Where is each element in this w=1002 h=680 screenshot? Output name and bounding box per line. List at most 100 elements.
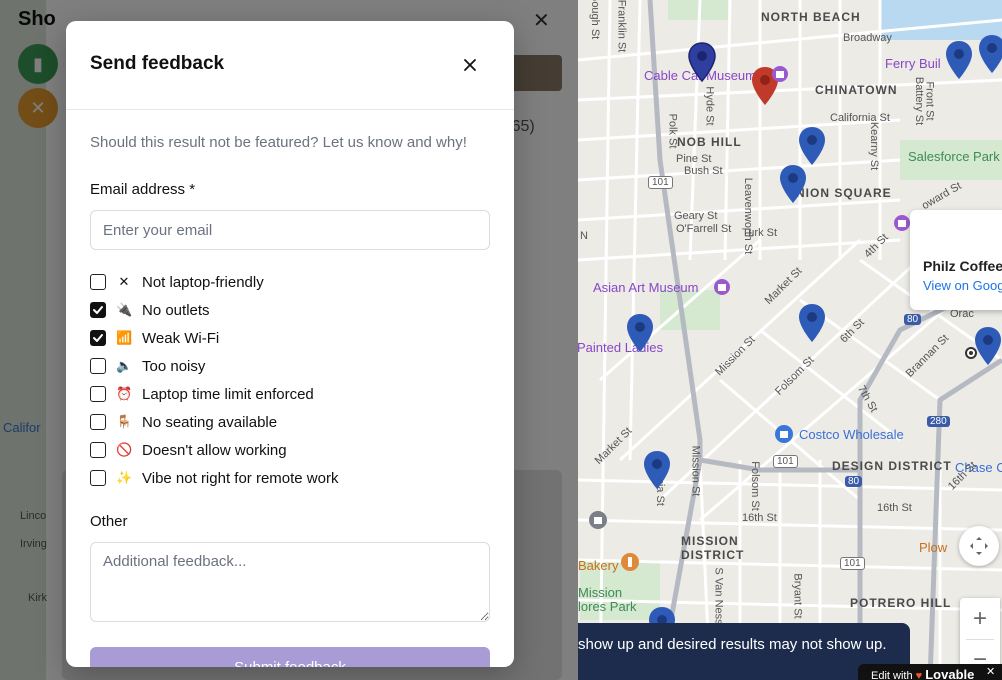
map-pin-icon[interactable] — [779, 164, 807, 204]
museum-icon[interactable] — [713, 278, 731, 296]
prohibited-icon: 🚫 — [116, 442, 133, 457]
feedback-option-label: Weak Wi-Fi — [142, 329, 220, 347]
map-label-potrero-hill: POTRERO HILL — [850, 596, 952, 610]
feedback-option[interactable]: 🔈 Too noisy — [90, 356, 205, 376]
map-label-nob-hill: NOB HILL — [677, 135, 742, 149]
place-name: Philz Coffee — [923, 258, 1002, 274]
map-label-mission: MISSION — [681, 534, 739, 548]
map-label-design-district: DESIGN DISTRICT — [832, 459, 952, 473]
feedback-option[interactable]: ⏰ Laptop time limit enforced — [90, 384, 314, 404]
checkbox[interactable] — [90, 470, 106, 486]
map-label-chinatown: CHINATOWN — [815, 83, 898, 97]
transit-icon[interactable] — [964, 346, 978, 360]
map-label-hyde-st: Hyde St — [703, 86, 716, 126]
x-icon: ✕ — [118, 274, 130, 289]
feedback-option[interactable]: 🚫 Doesn't allow working — [90, 440, 287, 460]
map-label-leavenworth-st: Leavenworth St — [742, 177, 755, 255]
map-label-bakery[interactable]: Bakery — [578, 558, 618, 573]
checkmark-icon — [93, 306, 103, 314]
zoom-in-button[interactable]: + — [973, 599, 987, 639]
feedback-option-label: Too noisy — [142, 357, 206, 375]
feedback-option-label: Vibe not right for remote work — [142, 469, 339, 487]
map-pin-icon[interactable] — [688, 42, 716, 82]
map-pin-icon[interactable] — [974, 326, 1002, 366]
modal-title: Send feedback — [90, 53, 225, 74]
highway-80-shield: 80 — [845, 476, 863, 487]
highway-101-shield: 101 — [773, 455, 798, 468]
lovable-brand: Lovable — [925, 667, 975, 680]
map-label-16th-st-east: 16th St — [877, 502, 912, 514]
email-field[interactable] — [90, 210, 490, 250]
checkbox[interactable] — [90, 358, 106, 374]
fullscreen-button[interactable] — [959, 526, 999, 566]
feedback-option[interactable]: ✕ Not laptop-friendly — [90, 272, 264, 292]
map-label-mission-st-south: Mission St — [689, 445, 702, 497]
map-label-dolores-park[interactable]: lores Park — [578, 599, 637, 614]
checkbox[interactable] — [90, 386, 106, 402]
map-label-union-square: NION SQUARE — [796, 186, 892, 200]
museum-icon[interactable] — [771, 65, 789, 83]
plug-icon: 🔌 — [116, 302, 133, 317]
feedback-option[interactable]: 🔌 No outlets — [90, 300, 210, 320]
highway-101-shield: 101 — [840, 557, 865, 570]
view-on-google-link[interactable]: View on Goog — [923, 278, 1002, 293]
checkbox[interactable] — [90, 274, 106, 290]
map-label-kearny-st: Kearny St — [868, 121, 881, 171]
close-icon[interactable]: ✕ — [986, 665, 995, 678]
checkbox[interactable] — [90, 442, 106, 458]
store-icon[interactable] — [774, 424, 794, 444]
banner-text: show up and desired results may not show… — [578, 636, 887, 653]
feedback-option[interactable]: 🪑 No seating available — [90, 412, 277, 432]
map-pin-icon[interactable] — [643, 450, 671, 490]
map-label-16th-st: 16th St — [742, 512, 777, 524]
map-pin-icon[interactable] — [798, 303, 826, 343]
map-label-ofarrell-st: O'Farrell St — [676, 223, 732, 235]
feedback-option[interactable]: 📶 Weak Wi-Fi — [90, 328, 219, 348]
highway-280-shield: 280 — [927, 416, 950, 427]
other-label: Other — [90, 513, 128, 530]
map-label-ferry-building[interactable]: Ferry Buil — [885, 56, 941, 71]
map-label-mission-dolores[interactable]: Mission — [578, 585, 622, 600]
move-arrows-icon — [970, 537, 988, 555]
map-label-costco[interactable]: Costco Wholesale — [799, 427, 904, 442]
feedback-option-label: No seating available — [142, 413, 278, 431]
map-pin-icon[interactable] — [798, 126, 826, 166]
feedback-option-label: Not laptop-friendly — [142, 273, 264, 291]
email-label: Email address * — [90, 181, 196, 198]
landmark-icon[interactable] — [588, 510, 608, 530]
map-label-n: N — [580, 230, 588, 242]
additional-feedback-field[interactable] — [90, 542, 490, 622]
modal-close-button[interactable] — [459, 54, 481, 76]
map-label-bush-st: Bush St — [684, 165, 723, 177]
map-label-plow[interactable]: Plow — [919, 540, 947, 555]
map-label-s-van-ness: S Van Ness — [712, 567, 725, 625]
close-icon — [464, 59, 476, 71]
feedback-option-label: Doesn't allow working — [142, 441, 287, 459]
submit-feedback-button[interactable]: Submit feedback — [90, 647, 490, 667]
map-pin-icon[interactable] — [978, 34, 1002, 74]
map-label-salesforce-park[interactable]: Salesforce Park — [908, 149, 1000, 164]
checkmark-icon — [93, 334, 103, 342]
feedback-option-label: Laptop time limit enforced — [142, 385, 314, 403]
alarm-clock-icon: ⏰ — [116, 386, 133, 401]
map-label-front-st: Front St — [923, 81, 936, 121]
map-pin-icon[interactable] — [945, 40, 973, 80]
map-pin-icon[interactable] — [626, 313, 654, 353]
map-label-broadway: Broadway — [843, 32, 892, 44]
map-label-polk-st: Polk St — [666, 113, 679, 149]
map-label-franklin-st: Franklin St — [615, 0, 628, 53]
shopping-icon[interactable] — [893, 214, 911, 232]
checkbox[interactable] — [90, 414, 106, 430]
restaurant-icon[interactable] — [620, 552, 640, 572]
map-label-district: DISTRICT — [681, 548, 745, 562]
lovable-prefix: Edit with — [871, 670, 913, 680]
feedback-option[interactable]: ✨ Vibe not right for remote work — [90, 468, 338, 488]
checkbox[interactable] — [90, 330, 106, 346]
lovable-badge[interactable]: Edit with ♥ Lovable ✕ — [858, 664, 1002, 680]
chair-icon: 🪑 — [116, 414, 133, 429]
place-info-card[interactable]: Philz Coffee View on Goog — [910, 210, 1002, 310]
checkbox[interactable] — [90, 302, 106, 318]
signal-bars-icon: 📶 — [116, 330, 133, 345]
map-label-gough-st: Gough St — [589, 0, 602, 40]
map-label-asian-art-museum[interactable]: Asian Art Museum — [593, 280, 699, 295]
